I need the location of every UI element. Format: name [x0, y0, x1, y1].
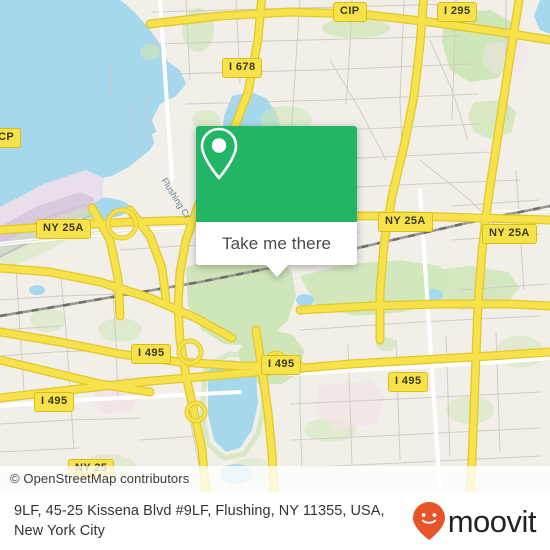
road-shield-i495-upper[interactable]: I 495 — [131, 344, 172, 364]
map-attribution[interactable]: © OpenStreetMap contributors — [0, 466, 550, 492]
road-shield-ny25a-center[interactable]: NY 25A — [378, 212, 433, 232]
road-shield-ny25a-right[interactable]: NY 25A — [482, 224, 537, 244]
popup-action-bar[interactable]: Take me there — [196, 222, 357, 277]
popup-tail — [264, 264, 289, 277]
road-shield-ny25a-left[interactable]: NY 25A — [36, 219, 91, 239]
moovit-pin-smiley-icon — [412, 502, 445, 540]
screenshot-root: Flushing Cr CIP I 295 I 678 CP NY 25A NY… — [0, 0, 550, 550]
address-line-1: 9LF, 45-25 Kissena Blvd #9LF, Flushing, … — [14, 503, 347, 519]
moovit-wordmark: moovit — [447, 503, 537, 539]
road-shield-i495-center[interactable]: I 495 — [261, 355, 302, 375]
road-shield-i495-right[interactable]: I 495 — [388, 372, 429, 392]
moovit-logo[interactable]: moovit — [412, 501, 537, 541]
road-shield-i678[interactable]: I 678 — [222, 58, 263, 78]
road-shield-cip-left[interactable]: CP — [0, 128, 22, 148]
map-canvas[interactable]: Flushing Cr CIP I 295 I 678 CP NY 25A NY… — [0, 0, 550, 492]
destination-popup-card[interactable]: Take me there — [196, 126, 357, 277]
take-me-there-label: Take me there — [221, 233, 332, 253]
map-pin-icon — [200, 127, 238, 180]
road-shield-i295[interactable]: I 295 — [437, 2, 478, 22]
popup-header — [196, 126, 357, 222]
road-shield-cip-top[interactable]: CIP — [333, 2, 367, 22]
footer-bar: 9LF, 45-25 Kissena Blvd #9LF, Flushing, … — [0, 492, 550, 550]
address-text: 9LF, 45-25 Kissena Blvd #9LF, Flushing, … — [14, 501, 412, 541]
road-shield-i495-left[interactable]: I 495 — [34, 392, 75, 412]
